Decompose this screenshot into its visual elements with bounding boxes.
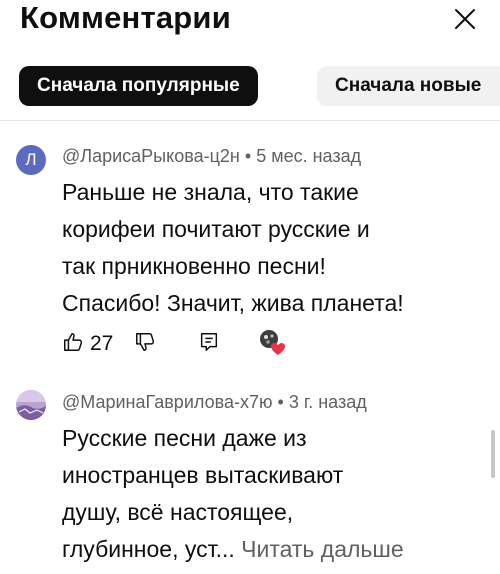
comment-author[interactable]: @ЛарисаРыкова-ц2н	[62, 146, 240, 166]
separator: •	[244, 146, 252, 166]
avatar[interactable]	[16, 390, 46, 420]
comment-line: иностранцев вытаскивают	[62, 462, 344, 488]
avatar[interactable]: Л	[16, 145, 46, 175]
comment-line: душу, всё настоящее,	[62, 499, 294, 525]
creator-heart	[258, 328, 286, 361]
comment-line: Русские песни даже из	[62, 425, 307, 451]
separator: •	[277, 392, 284, 412]
like-button[interactable]: 27	[62, 330, 113, 358]
comment-line-text: глубинное, уст...	[62, 536, 235, 562]
reply-icon	[198, 331, 220, 358]
comments-header: Комментарии	[0, 0, 500, 44]
comment-line: Спасибо! Значит, жива планета!	[62, 290, 404, 316]
comment-text: Русские песни даже из иностранцев вытаск…	[62, 420, 492, 568]
read-more-link[interactable]: Читать дальше	[241, 536, 404, 562]
like-count: 27	[90, 332, 114, 355]
comment-time[interactable]: 3 г. назад	[289, 392, 367, 412]
avatar-letter: Л	[25, 150, 37, 169]
dislike-icon	[134, 331, 156, 358]
creator-heart-icon	[258, 328, 286, 361]
comment-line: так прникновенно песни!	[62, 253, 326, 279]
comment-meta: @МаринаГаврилова-х7ю • 3 г. назад	[62, 392, 367, 413]
page-title: Комментарии	[20, 0, 231, 35]
comment-line: глубинное, уст... Читать дальше	[62, 531, 492, 568]
divider	[0, 120, 500, 121]
comment-author[interactable]: @МаринаГаврилова-х7ю	[62, 392, 272, 412]
comment-text: Раньше не знала, что такие корифеи почит…	[62, 174, 492, 322]
comment-line: корифеи почитают русские и	[62, 216, 370, 242]
close-icon[interactable]	[452, 6, 478, 32]
dislike-button[interactable]	[134, 330, 156, 358]
sort-top-chip[interactable]: Сначала популярные	[19, 66, 258, 106]
comment-actions: 27	[62, 328, 302, 361]
comment-time[interactable]: 5 мес. назад	[256, 146, 361, 166]
sort-chips: Сначала популярные Сначала новые	[0, 66, 500, 106]
scrollbar[interactable]	[491, 430, 495, 478]
sort-newest-chip[interactable]: Сначала новые	[317, 66, 500, 106]
comment-meta: @ЛарисаРыкова-ц2н • 5 мес. назад	[62, 146, 361, 167]
like-icon	[62, 331, 84, 358]
reply-button[interactable]	[198, 330, 220, 358]
comment-line: Раньше не знала, что такие	[62, 179, 359, 205]
